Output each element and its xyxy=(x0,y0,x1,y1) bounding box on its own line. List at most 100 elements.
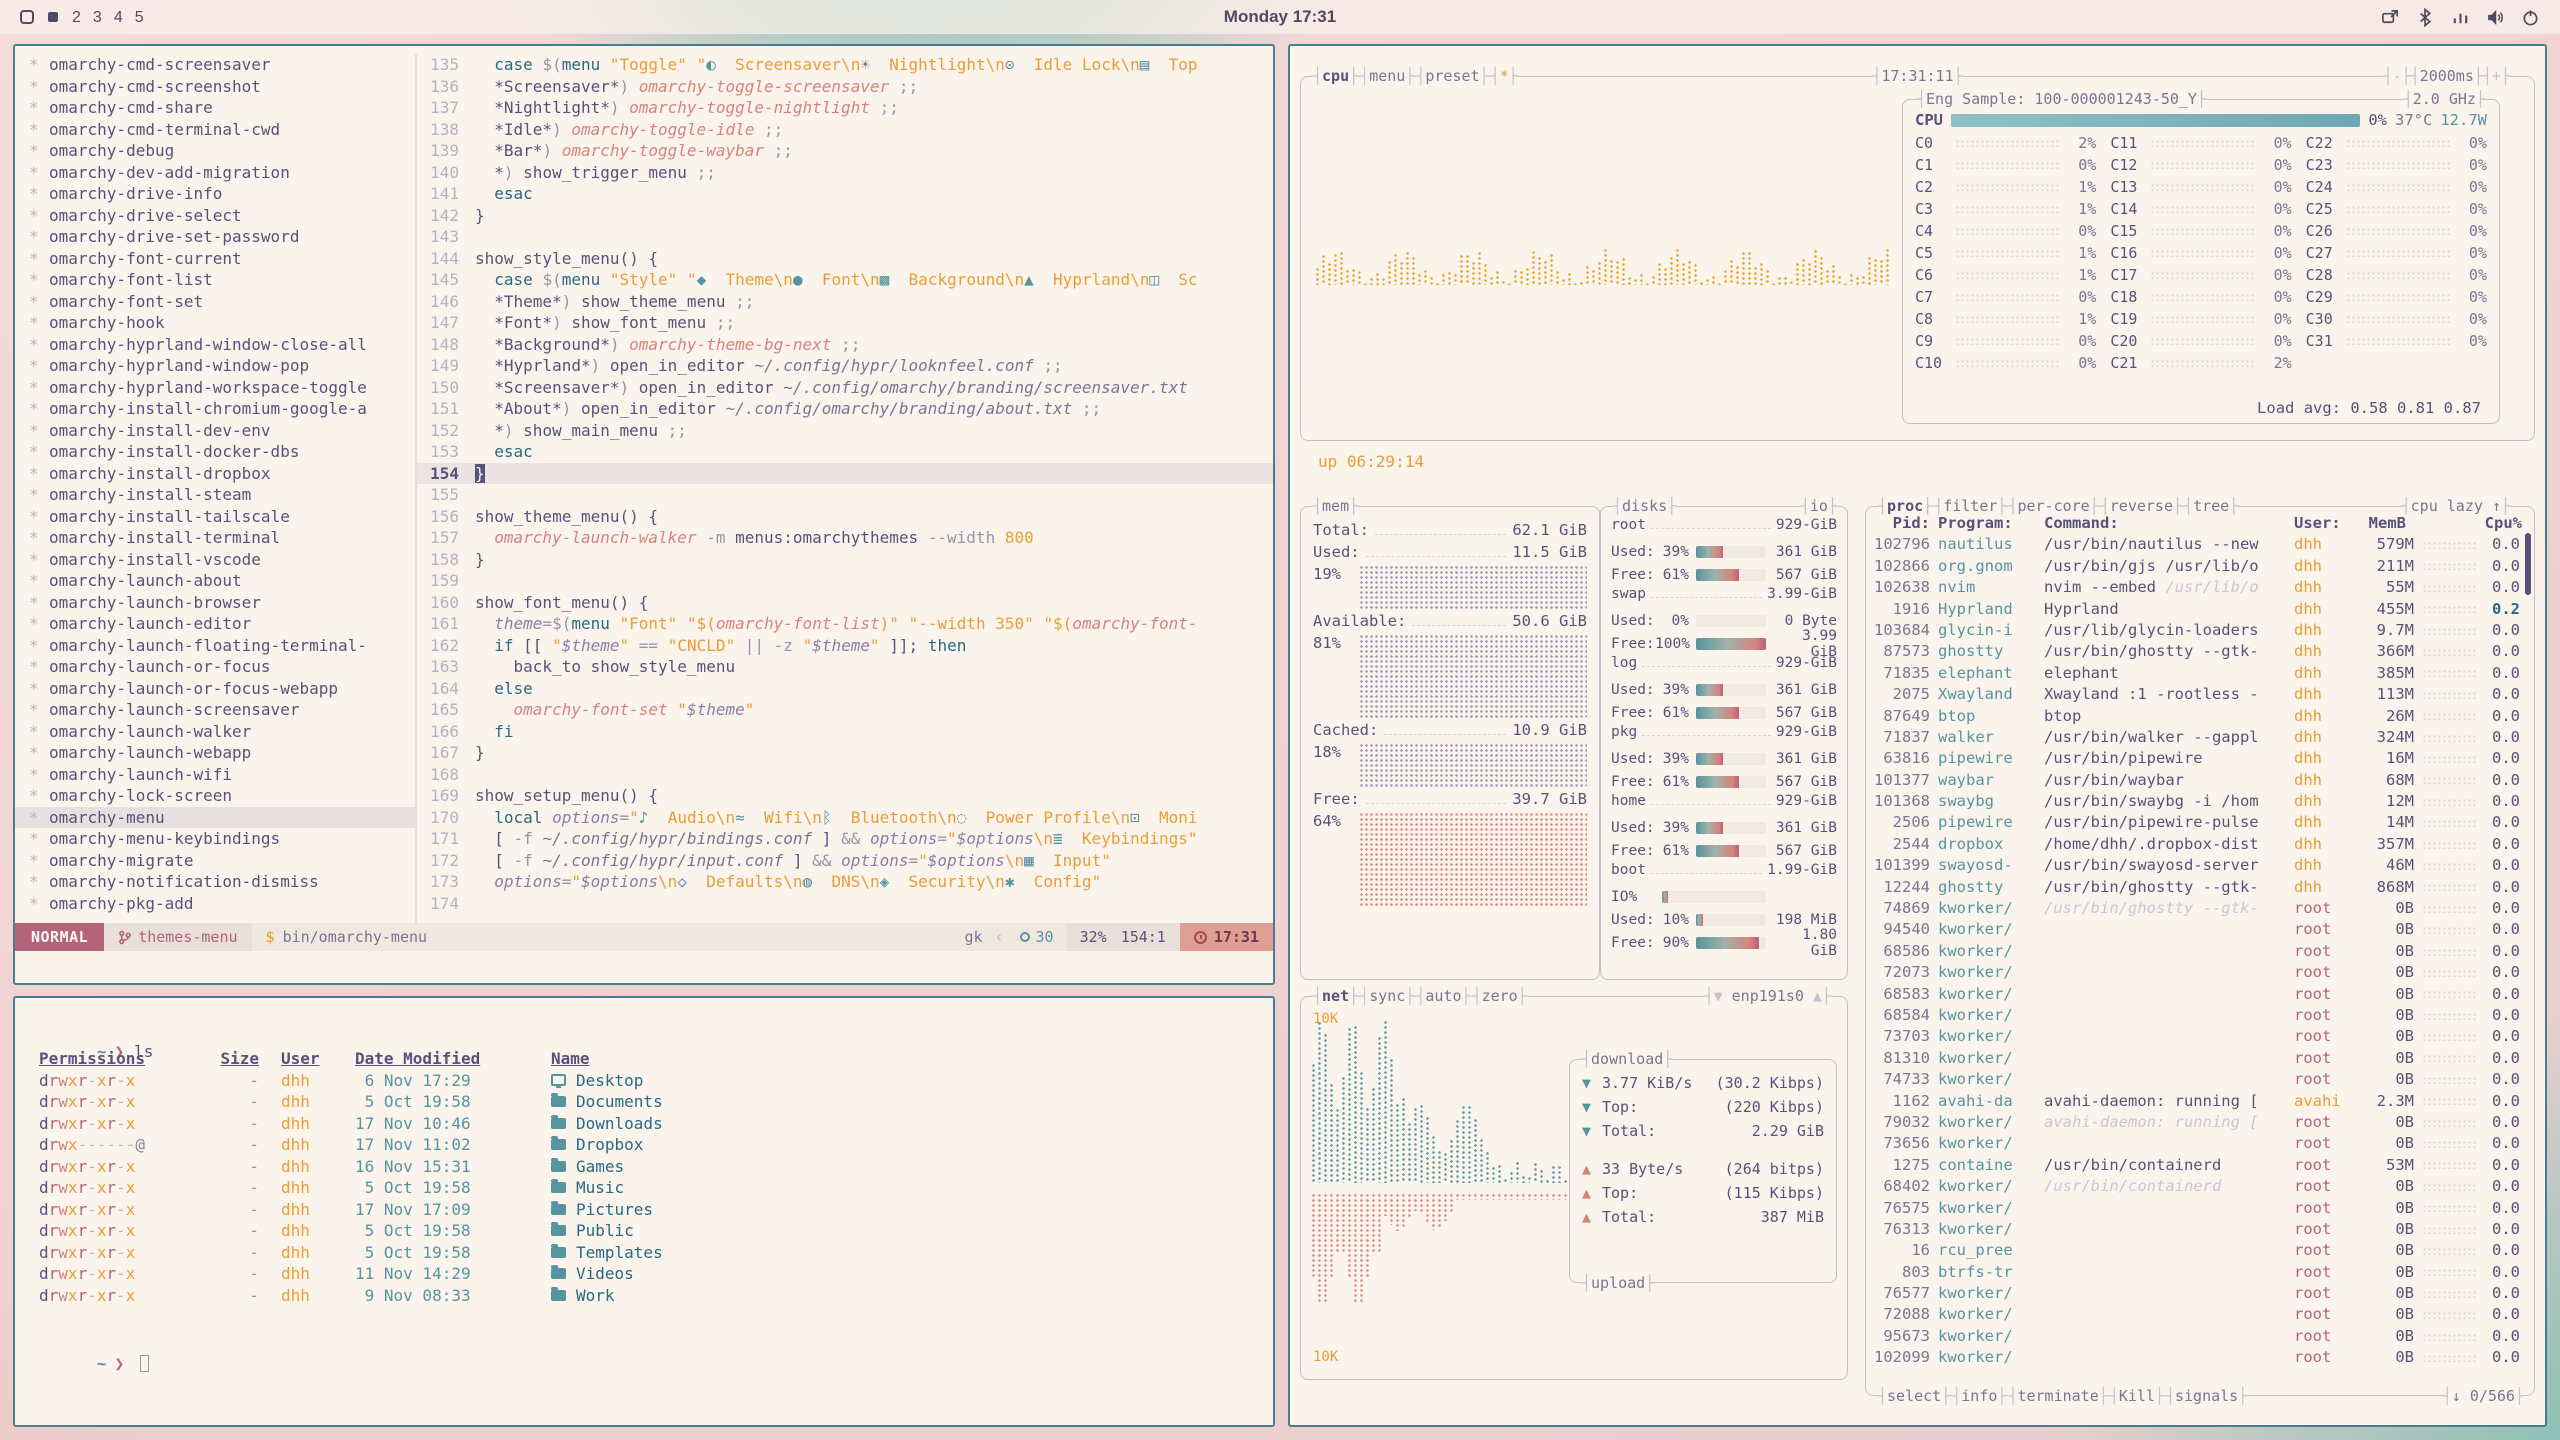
process-row[interactable]: 68583kworker/root0B0.0 xyxy=(1874,984,2530,1005)
file-list-item[interactable]: *omarchy-cmd-screenshot xyxy=(15,76,415,98)
code-line[interactable]: 147 *Font*) show_font_menu ;; xyxy=(417,312,1273,334)
file-list-item[interactable]: *omarchy-pkg-add xyxy=(15,893,415,915)
proc-tab-tree[interactable]: ┤tree├ xyxy=(2184,496,2238,516)
file-list-item[interactable]: *omarchy-font-list xyxy=(15,269,415,291)
process-row[interactable]: 81310kworker/root0B0.0 xyxy=(1874,1048,2530,1069)
file-list-item[interactable]: *omarchy-install-tailscale xyxy=(15,506,415,528)
process-row[interactable]: 1916HyprlandHyprlanddhh455M0.2 xyxy=(1874,599,2530,620)
code-line[interactable]: 148 *Background*) omarchy-theme-bg-next … xyxy=(417,334,1273,356)
bluetooth-icon[interactable] xyxy=(2416,8,2435,27)
code-line[interactable]: 153 esac xyxy=(417,441,1273,463)
code-line[interactable]: 160show_font_menu() { xyxy=(417,592,1273,614)
process-row[interactable]: 2544dropbox/home/dhh/.dropbox-distdhh357… xyxy=(1874,834,2530,855)
code-line[interactable]: 137 *Nightlight*) omarchy-toggle-nightli… xyxy=(417,97,1273,119)
process-row[interactable]: 1162avahi-daavahi-daemon: running [avahi… xyxy=(1874,1091,2530,1112)
process-row[interactable]: 102099kworker/root0B0.0 xyxy=(1874,1347,2530,1368)
file-list-item[interactable]: *omarchy-hyprland-window-close-all xyxy=(15,334,415,356)
process-row[interactable]: 2075XwaylandXwayland :1 -rootless -dhh11… xyxy=(1874,684,2530,705)
cast-icon[interactable] xyxy=(2381,8,2400,27)
file-list-item[interactable]: *omarchy-install-vscode xyxy=(15,549,415,571)
file-list-item[interactable]: *omarchy-launch-or-focus xyxy=(15,656,415,678)
process-row[interactable]: 76575kworker/root0B0.0 xyxy=(1874,1198,2530,1219)
sort-column[interactable]: ┤cpu lazy ↑├ xyxy=(2402,496,2510,516)
code-line[interactable]: 162 if [[ "$theme" == "CNCLD" || -z "$th… xyxy=(417,635,1273,657)
file-list-item[interactable]: *omarchy-menu xyxy=(15,807,415,829)
prompt-line[interactable]: ~❯ xyxy=(39,1328,1273,1352)
file-list-item[interactable]: *omarchy-menu-keybindings xyxy=(15,828,415,850)
git-branch[interactable]: themes-menu xyxy=(104,923,251,951)
process-row[interactable]: 72073kworker/root0B0.0 xyxy=(1874,962,2530,983)
file-list-item[interactable]: *omarchy-cmd-share xyxy=(15,97,415,119)
file-list-item[interactable]: *omarchy-hook xyxy=(15,312,415,334)
code-line[interactable]: 139 *Bar*) omarchy-toggle-waybar ;; xyxy=(417,140,1273,162)
process-row[interactable]: 803btrfs-trroot0B0.0 xyxy=(1874,1262,2530,1283)
code-line[interactable]: 141 esac xyxy=(417,183,1273,205)
file-list-item[interactable]: *omarchy-launch-screensaver xyxy=(15,699,415,721)
file-list-item[interactable]: *omarchy-install-dropbox xyxy=(15,463,415,485)
process-row[interactable]: 102638nvimnvim --embed /usr/lib/odhh55M0… xyxy=(1874,577,2530,598)
net-btn-sync[interactable]: ┤sync├ xyxy=(1360,986,1414,1006)
process-row[interactable]: 12244ghostty/usr/bin/ghostty --gtk-dhh86… xyxy=(1874,877,2530,898)
file-list-item[interactable]: *omarchy-install-docker-dbs xyxy=(15,441,415,463)
file-list-item[interactable]: *omarchy-drive-info xyxy=(15,183,415,205)
process-row[interactable]: 72088kworker/root0B0.0 xyxy=(1874,1304,2530,1325)
process-row[interactable]: 102866org.gnom/usr/bin/gjs /usr/lib/odhh… xyxy=(1874,556,2530,577)
code-line[interactable]: 170 local options="♪ Audio\n≈ Wifi\nᛒ Bl… xyxy=(417,807,1273,829)
process-row[interactable]: 102796nautilus/usr/bin/nautilus --newdhh… xyxy=(1874,534,2530,555)
code-line[interactable]: 159 xyxy=(417,570,1273,592)
process-row[interactable]: 73656kworker/root0B0.0 xyxy=(1874,1133,2530,1154)
proc-tab-reverse[interactable]: ┤reverse├ xyxy=(2101,496,2182,516)
code-line[interactable]: 167} xyxy=(417,742,1273,764)
process-row[interactable]: 68402kworker//usr/bin/containerdroot0B0.… xyxy=(1874,1176,2530,1197)
net-btn-net[interactable]: ┤net├ xyxy=(1313,986,1358,1006)
process-row[interactable]: 76577kworker/root0B0.0 xyxy=(1874,1283,2530,1304)
code-line[interactable]: 165 omarchy-font-set "$theme" xyxy=(417,699,1273,721)
process-row[interactable]: 2506pipewire/usr/bin/pipewire-pulsedhh14… xyxy=(1874,812,2530,833)
cpu-tab-cpu[interactable]: ┤cpu├ xyxy=(1313,66,1358,86)
proc-action-info[interactable]: ┤info├ xyxy=(1952,1386,2006,1406)
code-line[interactable]: 136 *Screensaver*) omarchy-toggle-screen… xyxy=(417,76,1273,98)
signal-bars-icon[interactable] xyxy=(2451,8,2470,27)
process-header[interactable]: Pid: Program: Command: User: MemB Cpu% xyxy=(1874,513,2530,534)
file-list-item[interactable]: *omarchy-launch-wifi xyxy=(15,764,415,786)
proc-action-select[interactable]: ┤select├ xyxy=(1878,1386,1950,1406)
code-line[interactable]: 150 *Screensaver*) open_in_editor ~/.con… xyxy=(417,377,1273,399)
file-list-item[interactable]: *omarchy-launch-about xyxy=(15,570,415,592)
proc-tab-percore[interactable]: ┤per-core├ xyxy=(2008,496,2098,516)
process-row[interactable]: 94540kworker/root0B0.0 xyxy=(1874,919,2530,940)
workspace-4[interactable]: 4 xyxy=(114,9,123,26)
file-list-item[interactable]: *omarchy-drive-set-password xyxy=(15,226,415,248)
file-list-item[interactable]: *omarchy-launch-or-focus-webapp xyxy=(15,678,415,700)
code-line[interactable]: 149 *Hyprland*) open_in_editor ~/.config… xyxy=(417,355,1273,377)
volume-icon[interactable] xyxy=(2486,8,2505,27)
network-interface[interactable]: ┤▼ enp191s0 ▲├ xyxy=(1705,986,1831,1006)
file-list-item[interactable]: *omarchy-dev-add-migration xyxy=(15,162,415,184)
code-line[interactable]: 140 *) show_trigger_menu ;; xyxy=(417,162,1273,184)
code-line[interactable]: 157 omarchy-launch-walker -m menus:omarc… xyxy=(417,527,1273,549)
code-line[interactable]: 161 theme=$(menu "Font" "$(omarchy-font-… xyxy=(417,613,1273,635)
code-line[interactable]: 151 *About*) open_in_editor ~/.config/om… xyxy=(417,398,1273,420)
workspace-active-icon[interactable] xyxy=(20,10,34,24)
mem-title[interactable]: ┤mem├ xyxy=(1313,496,1358,516)
cpu-tab-preset[interactable]: ┤preset├ xyxy=(1416,66,1488,86)
proc-action-Kill[interactable]: ┤Kill├ xyxy=(2110,1386,2164,1406)
process-row[interactable]: 95673kworker/root0B0.0 xyxy=(1874,1326,2530,1347)
process-row[interactable]: 103684glycin-i/usr/lib/glycin-loadersdhh… xyxy=(1874,620,2530,641)
workspace-window-icon[interactable] xyxy=(48,12,58,22)
process-row[interactable]: 79032kworker/avahi-daemon: running [root… xyxy=(1874,1112,2530,1133)
file-list-item[interactable]: *omarchy-drive-select xyxy=(15,205,415,227)
process-row[interactable]: 74869kworker//usr/bin/ghostty --gtk-root… xyxy=(1874,898,2530,919)
file-list-item[interactable]: *omarchy-launch-walker xyxy=(15,721,415,743)
scrollbar-thumb[interactable] xyxy=(2525,533,2531,595)
file-list[interactable]: *omarchy-cmd-screensaver*omarchy-cmd-scr… xyxy=(15,54,415,923)
code-line[interactable]: 168 xyxy=(417,764,1273,786)
workspace-3[interactable]: 3 xyxy=(93,9,102,26)
cpu-tab-menu[interactable]: ┤menu├ xyxy=(1360,66,1414,86)
file-list-item[interactable]: *omarchy-migrate xyxy=(15,850,415,872)
file-list-item[interactable]: *omarchy-launch-editor xyxy=(15,613,415,635)
file-list-item[interactable]: *omarchy-cmd-terminal-cwd xyxy=(15,119,415,141)
proc-action-signals[interactable]: ┤signals├ xyxy=(2166,1386,2247,1406)
file-list-item[interactable]: *omarchy-launch-webapp xyxy=(15,742,415,764)
file-list-item[interactable]: *omarchy-hyprland-workspace-toggle xyxy=(15,377,415,399)
code-line[interactable]: 146 *Theme*) show_theme_menu ;; xyxy=(417,291,1273,313)
